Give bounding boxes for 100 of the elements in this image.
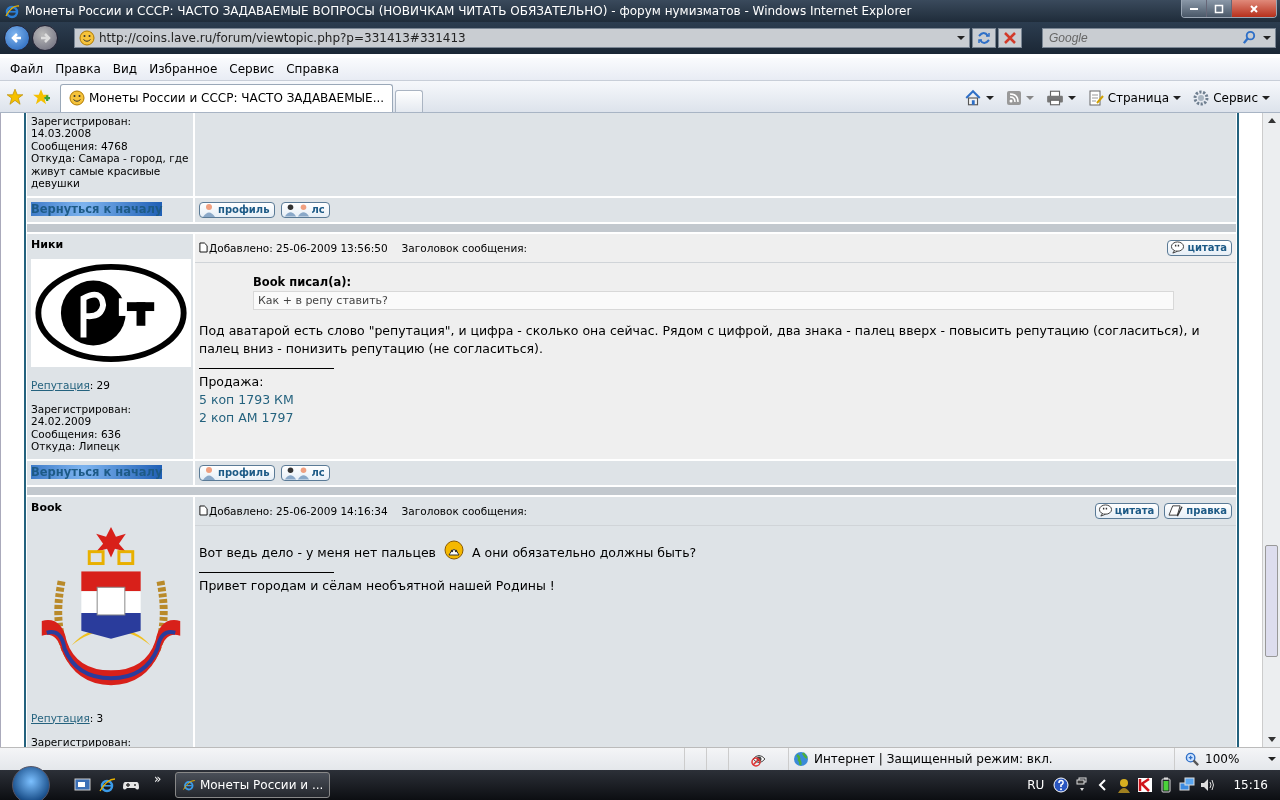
caret-icon	[1173, 93, 1182, 102]
reputation-value: : 29	[89, 378, 110, 391]
subject-label: Заголовок сообщения:	[401, 241, 528, 254]
maximize-button[interactable]	[1207, 0, 1232, 17]
dropdown-caret-icon[interactable]	[1263, 33, 1271, 42]
feed-icon	[1005, 89, 1022, 106]
subject-label: Заголовок сообщения:	[401, 504, 528, 517]
post-text: А они обязательно должны быть?	[472, 544, 697, 560]
quote-author: Book писал(а):	[253, 274, 353, 289]
close-button[interactable]	[1232, 0, 1276, 17]
window-title: Монеты России и СССР: ЧАСТО ЗАДАВАЕМЫЕ ВОПРОСЫ (НОВИЧКАМ ЧИТАТЬ ОБЯЗАТЕЛЬНО) - форум нумизматов - Windows Internet Explorer	[25, 3, 913, 18]
browser-logo-icon[interactable]	[98, 775, 116, 794]
tools-menu-button[interactable]: Сервис	[1191, 89, 1272, 106]
two-people-icon	[283, 202, 310, 217]
document-icon	[199, 242, 208, 254]
post-text: Вот ведь дело - у меня нет пальцев	[199, 544, 436, 560]
person-icon	[202, 202, 216, 217]
browser-tab[interactable]: Монеты России и СССР: ЧАСТО ЗАДАВАЕМЫЕ...	[60, 83, 394, 112]
search-input[interactable]: Google	[1047, 29, 1236, 46]
private-message-button[interactable]: лс	[280, 464, 330, 481]
home-icon	[963, 88, 982, 107]
caret-icon	[985, 93, 994, 102]
smiley-icon	[79, 29, 95, 46]
speech-bubble-icon	[1170, 241, 1186, 255]
clock: 15:16	[1233, 777, 1268, 792]
user-info-text: 24.02.2009	[31, 415, 93, 428]
signature-text: Продажа:	[199, 372, 265, 391]
stop-button[interactable]	[998, 27, 1022, 48]
menu-item[interactable]: Сервис	[223, 61, 281, 76]
scrollbar[interactable]	[1262, 112, 1280, 748]
address-field[interactable]: http://coins.lave.ru/forum/viewtopic.php?p=331413#331413	[74, 27, 970, 48]
refresh-icon	[976, 29, 992, 46]
profile-button[interactable]: профиль	[199, 464, 275, 481]
post-date: Добавлено: 25-06-2009 14:16:34	[209, 504, 388, 517]
minimize-button[interactable]	[1182, 0, 1207, 17]
quote-button[interactable]: цитата	[1167, 239, 1232, 256]
browser-logo-icon	[4, 2, 20, 19]
menu-item[interactable]: Справка	[280, 61, 346, 76]
refresh-button[interactable]	[972, 27, 996, 48]
smiley-icon	[69, 90, 85, 107]
caret-icon	[1067, 93, 1076, 102]
signature-link[interactable]: 5 коп 1793 КМ	[199, 391, 294, 407]
signature-text: Привет городам и сёлам необъятной нашей Родины !	[199, 576, 556, 595]
gear-icon	[1193, 89, 1210, 106]
add-star-icon[interactable]	[32, 87, 50, 106]
author-name: Ники	[31, 237, 65, 251]
private-message-button[interactable]: лс	[280, 201, 330, 218]
maximize-icon	[1214, 3, 1224, 14]
star-icon[interactable]	[6, 87, 24, 106]
user-info-text: Зарегистрирован:	[31, 402, 133, 416]
network-icon[interactable]	[1179, 776, 1196, 793]
overflow-chevron[interactable]: »	[154, 771, 162, 786]
pencil-icon	[1167, 504, 1185, 518]
page-menu-button[interactable]: Страница	[1085, 89, 1184, 106]
desktop-icon[interactable]	[74, 775, 92, 794]
caret-icon	[1268, 755, 1277, 763]
reputation-value: : 3	[89, 711, 104, 724]
edit-button[interactable]: правка	[1164, 502, 1232, 519]
caret-icon	[1025, 93, 1034, 102]
zoom-icon	[1185, 751, 1200, 767]
antivirus-icon[interactable]	[1137, 776, 1154, 793]
forward-button[interactable]	[32, 24, 58, 51]
menu-item[interactable]: Правка	[49, 61, 107, 76]
signature-link[interactable]: 2 коп АМ 1797	[199, 409, 294, 425]
quote-button[interactable]: цитата	[1094, 502, 1160, 519]
user-info-text: 14.03.2008	[31, 127, 93, 140]
help-icon[interactable]	[1053, 776, 1070, 793]
search-field[interactable]: Google	[1042, 27, 1276, 48]
speech-bubble-icon	[1097, 504, 1113, 518]
author-name: Book	[31, 500, 63, 514]
caret-icon	[1262, 93, 1270, 102]
user-info-text: Сообщения: 4768	[31, 139, 129, 153]
smiley-icon	[444, 539, 464, 560]
globe-icon	[793, 751, 809, 767]
scroll-down-icon[interactable]	[1267, 737, 1276, 744]
taskbar-button[interactable]: Монеты России и ...	[175, 771, 331, 798]
two-people-icon	[283, 465, 310, 480]
scroll-up-icon[interactable]	[1267, 116, 1276, 123]
reputation-link[interactable]: Репутация	[31, 378, 90, 391]
user-info-text: Зарегистрирован:	[31, 114, 133, 128]
reputation-link[interactable]: Репутация	[31, 711, 90, 724]
back-button[interactable]	[4, 24, 30, 51]
menu-item[interactable]: Вид	[106, 61, 144, 76]
language-indicator[interactable]: RU	[1027, 777, 1045, 792]
cross-icon	[1002, 29, 1018, 46]
printer-icon	[1045, 88, 1064, 107]
user-info-text: Зарегистрирован:	[31, 735, 133, 748]
close-icon	[1249, 3, 1259, 14]
quote-text: Как + в репу ставить?	[253, 290, 1174, 310]
search-icon[interactable]	[1242, 30, 1257, 46]
zoom-level-button[interactable]: 100%	[1174, 748, 1280, 770]
page-icon	[1087, 89, 1104, 106]
dropdown-caret-icon[interactable]	[957, 33, 965, 42]
user-info-text: Откуда: Самара - город, где живут самые красивые девушки	[31, 152, 189, 190]
menu-item[interactable]: Файл	[4, 61, 50, 76]
user-status-icon[interactable]	[1116, 776, 1133, 793]
menu-item[interactable]: Избранное	[143, 61, 224, 76]
scrollbar-thumb[interactable]	[1265, 545, 1278, 658]
security-zone-status[interactable]: Интернет | Защищенный режим: вкл.	[788, 748, 1174, 770]
profile-button[interactable]: профиль	[199, 201, 275, 218]
